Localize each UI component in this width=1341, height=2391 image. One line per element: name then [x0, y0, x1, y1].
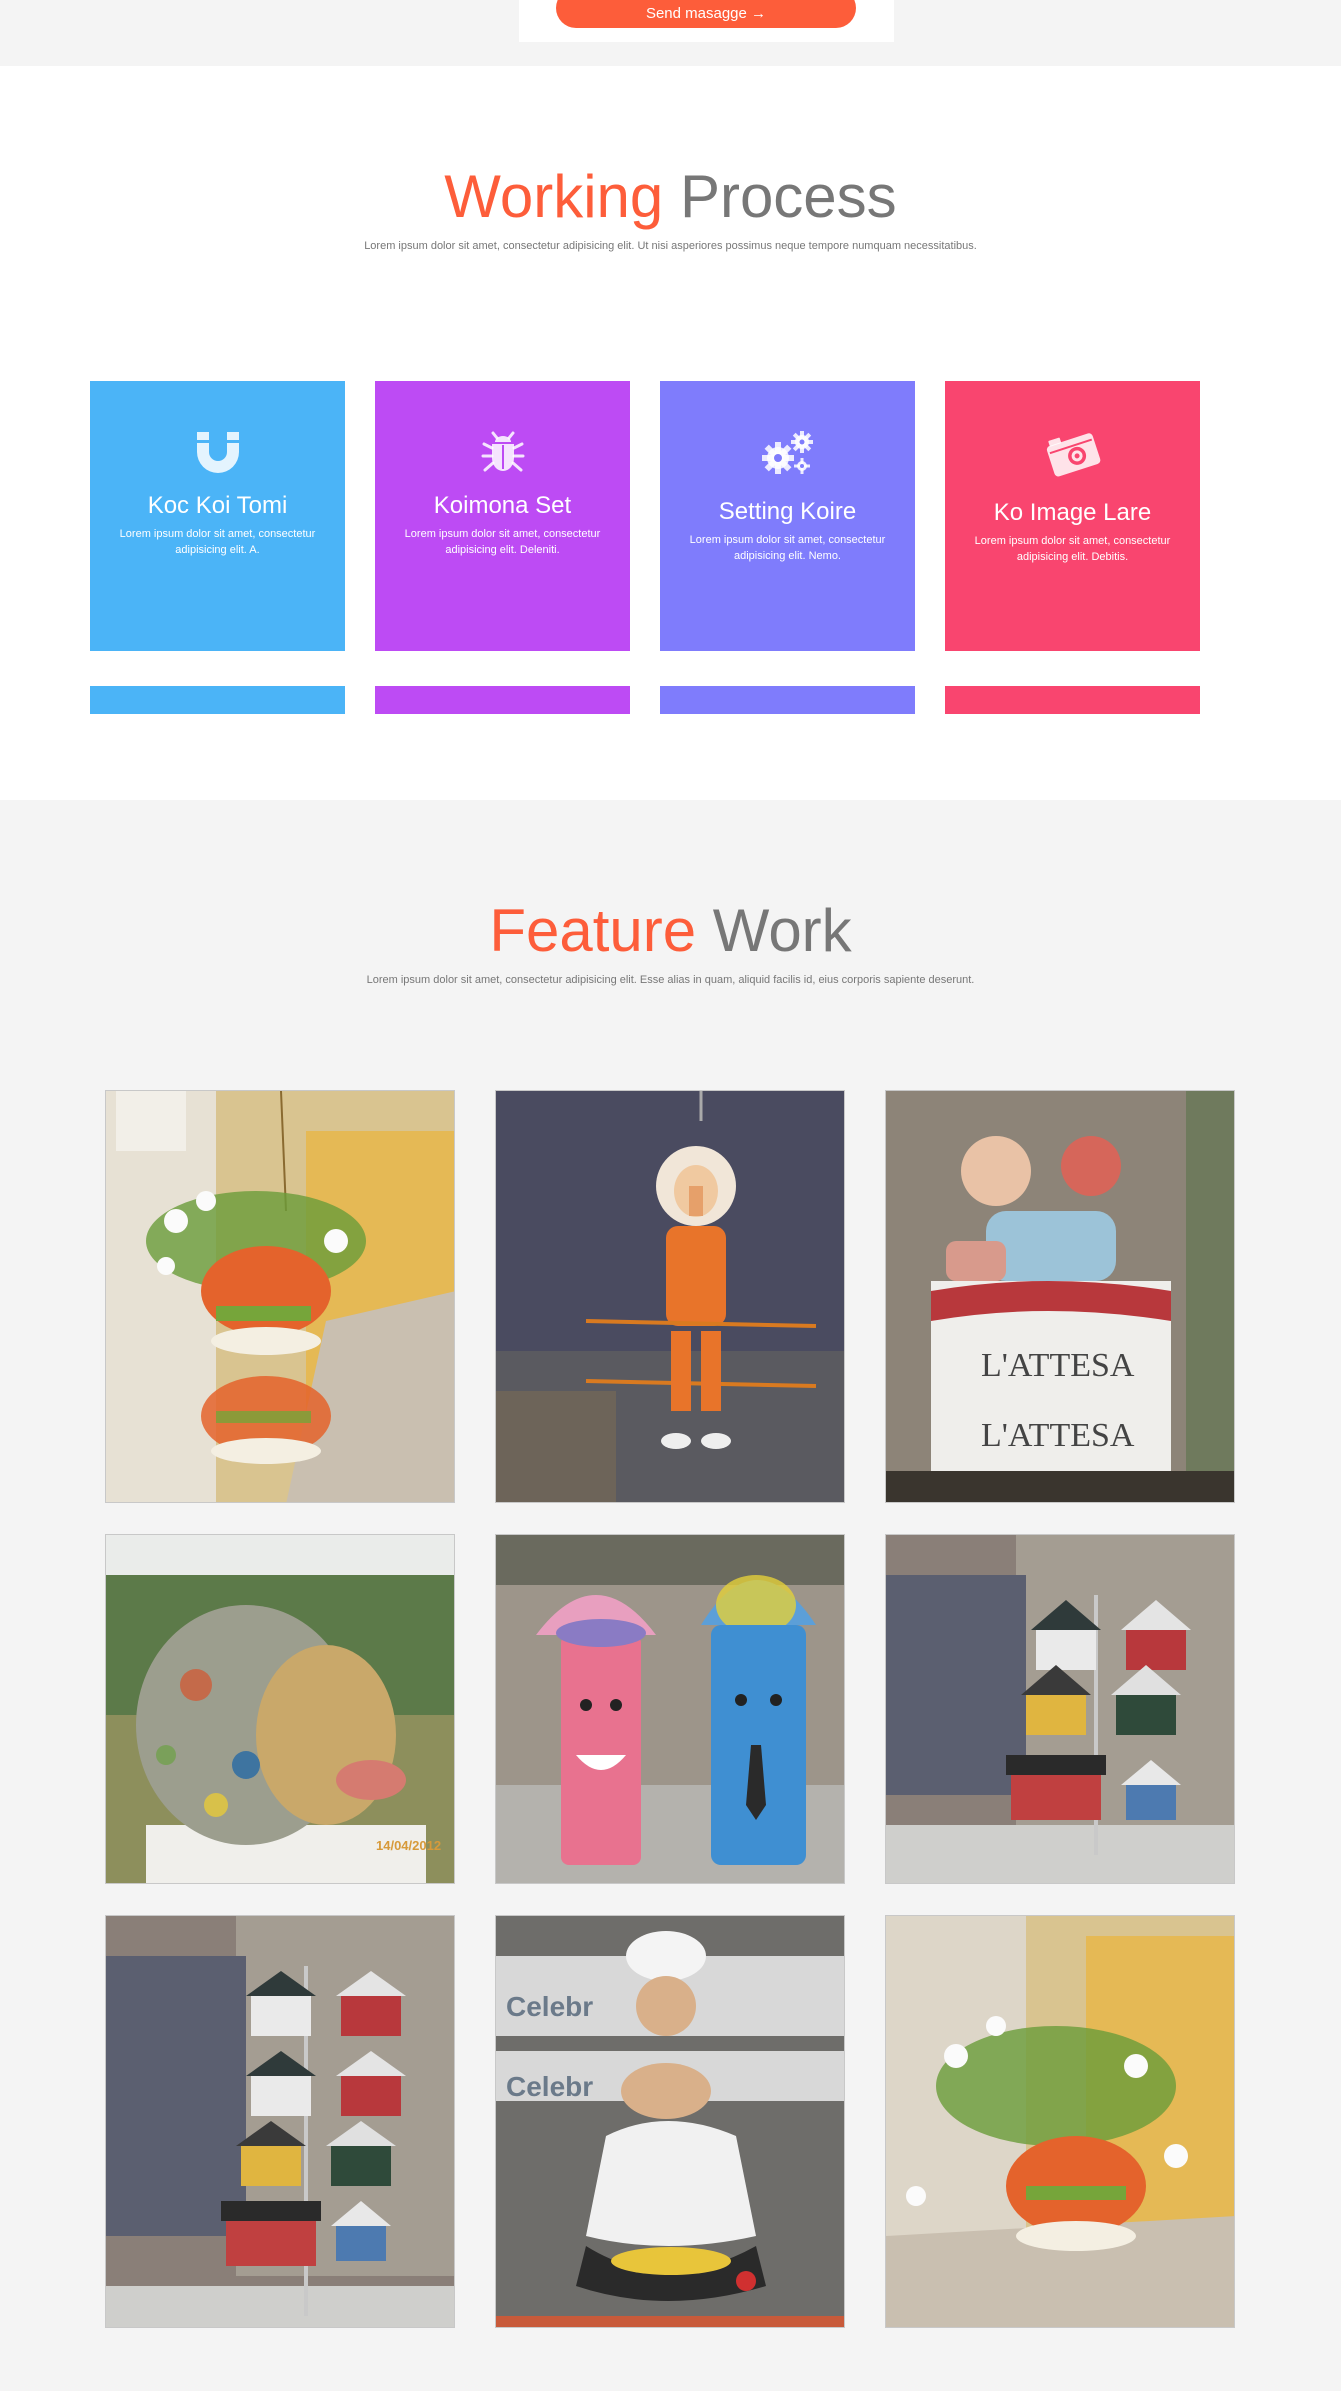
- process-card-title: Setting Koire: [718, 498, 857, 525]
- process-card-2[interactable]: Koimona Set Lorem ipsum dolor sit amet, …: [375, 381, 630, 651]
- process-card-4[interactable]: Ko Image Lare Lorem ipsum dolor sit amet…: [945, 381, 1200, 651]
- feature-title: Feature Work: [0, 896, 1341, 966]
- gallery-photo-clown-figures[interactable]: L'ATTESA L'ATTESA: [885, 1090, 1235, 1503]
- gallery-photo-clown-puppet[interactable]: [495, 1090, 845, 1503]
- photo-caption-1: Celebr: [506, 1991, 593, 2022]
- photo-date-stamp: 14/04/2012: [376, 1838, 441, 1853]
- process-progress-bar-2: [375, 686, 630, 714]
- process-progress-bar-4: [945, 686, 1200, 714]
- process-card-title: Koc Koi Tomi: [147, 492, 288, 519]
- gallery-photo-birdhouses[interactable]: [885, 1534, 1235, 1884]
- process-card-title: Ko Image Lare: [993, 499, 1152, 526]
- gallery-photo-chef-figurine[interactable]: Celebr Celebr: [495, 1915, 845, 2328]
- process-card-text: Lorem ipsum dolor sit amet, consectetur …: [119, 528, 316, 556]
- gears-icon: [660, 427, 915, 479]
- process-card-text: Lorem ipsum dolor sit amet, consectetur …: [404, 528, 601, 556]
- gallery-photo-teapot-planter[interactable]: [105, 1090, 455, 1503]
- feature-work-section: Feature Work Lorem ipsum dolor sit amet,…: [0, 800, 1341, 2391]
- process-progress-bar-3: [660, 686, 915, 714]
- gallery-photo-painted-pots[interactable]: [495, 1534, 845, 1884]
- photo-caption-2: Celebr: [506, 2071, 593, 2102]
- feature-subtitle: Lorem ipsum dolor sit amet, consectetur …: [366, 974, 975, 986]
- magnet-icon: [90, 427, 345, 479]
- working-process-section: Working Process Lorem ipsum dolor sit am…: [0, 66, 1341, 800]
- process-card-1[interactable]: Koc Koi Tomi Lorem ipsum dolor sit amet,…: [90, 381, 345, 651]
- camera-icon: [945, 427, 1200, 479]
- process-title-rest: Process: [679, 163, 897, 230]
- process-card-3[interactable]: Setting Koire Lorem ipsum dolor sit amet…: [660, 381, 915, 651]
- send-message-button[interactable]: Send masagge →: [556, 0, 856, 28]
- process-title-accent: Working: [444, 163, 664, 230]
- feature-title-accent: Feature: [489, 897, 697, 964]
- process-title: Working Process: [0, 162, 1341, 232]
- process-progress-bar-1: [90, 686, 345, 714]
- gallery-photo-mosaic-fish[interactable]: 14/04/2012: [105, 1534, 455, 1884]
- photo-caption-1: L'ATTESA: [981, 1347, 1135, 1384]
- process-card-text: Lorem ipsum dolor sit amet, consectetur …: [689, 534, 886, 562]
- process-card-title: Koimona Set: [433, 492, 572, 519]
- process-subtitle: Lorem ipsum dolor sit amet, consectetur …: [364, 240, 977, 252]
- feature-title-rest: Work: [712, 897, 852, 964]
- bug-icon: [375, 427, 630, 479]
- process-card-text: Lorem ipsum dolor sit amet, consectetur …: [974, 535, 1171, 563]
- gallery-photo-teapot-planter-2[interactable]: [885, 1915, 1235, 2328]
- photo-caption-2: L'ATTESA: [981, 1417, 1135, 1454]
- contact-section-bottom: Send masagge →: [0, 0, 1341, 66]
- gallery-photo-birdhouses-2[interactable]: [105, 1915, 455, 2328]
